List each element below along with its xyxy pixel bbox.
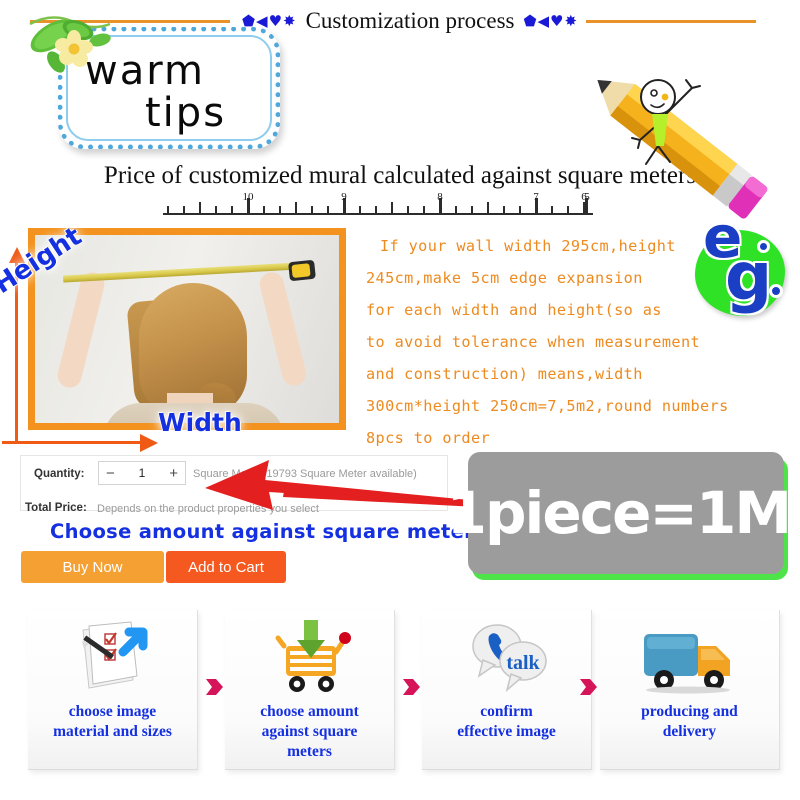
eg-dot-1 — [757, 240, 770, 253]
quantity-increment-button[interactable]: + — [169, 466, 178, 481]
step-card-1[interactable]: choose image material and sizes — [28, 610, 198, 770]
step-4-label: producing and delivery — [641, 702, 738, 742]
quantity-stepper[interactable]: − 1 + — [98, 461, 186, 485]
ruler-graphic: 10 9 8 7 6 — [163, 191, 593, 218]
step-2-line-1: choose amount — [260, 703, 359, 720]
step-arrow-2-icon — [403, 679, 420, 695]
buy-now-button[interactable]: Buy Now — [21, 551, 164, 583]
step-card-3[interactable]: talk confirm effective image — [422, 610, 592, 770]
ruler-end: 5 — [583, 191, 595, 218]
svg-text:talk: talk — [506, 652, 540, 674]
add-to-cart-button[interactable]: Add to Cart — [166, 551, 286, 583]
ruler-label-10: 10 — [242, 191, 254, 203]
ruler-label-8: 8 — [437, 191, 443, 203]
step-4-line-1: producing and — [641, 703, 738, 720]
shopping-cart-icon — [264, 616, 356, 700]
badge-text: 1piece=1M2 — [447, 484, 800, 542]
step-4-line-2: delivery — [662, 722, 717, 740]
wall-measuring-photo — [28, 228, 346, 430]
step-3-line-1: confirm — [480, 703, 533, 720]
width-label: Width — [158, 408, 242, 437]
eg-dot-2 — [769, 284, 783, 298]
page-title: Customization process — [305, 8, 515, 33]
eg-logo-icon: e g — [687, 208, 792, 320]
promo-page: ⬟◀♥✸ Customization process ⬟◀♥✸ warm tip… — [0, 0, 800, 800]
one-piece-equals-one-square-meter-badge: 1piece=1M2 — [447, 452, 800, 574]
quantity-input[interactable]: 1 — [139, 466, 146, 480]
quantity-decrement-button[interactable]: − — [106, 466, 115, 481]
step-1-line-1: choose image — [68, 703, 157, 720]
explanation-line-5: and construction) means,width — [366, 365, 643, 383]
pencil-stick-figure-icon — [597, 79, 768, 219]
ruler-label-9: 9 — [341, 191, 347, 203]
process-steps: choose image material and sizes choose a… — [0, 600, 800, 800]
warm-tips-line2: tips — [145, 90, 227, 136]
badge-superscript: 2 — [790, 493, 800, 519]
delivery-truck-icon — [638, 616, 742, 700]
total-price-label: Total Price: — [25, 502, 87, 514]
width-arrow-icon — [140, 434, 158, 452]
step-2-label: choose amount against square meters — [260, 702, 359, 761]
document-checklist-icon — [67, 616, 159, 700]
flower-leaf-icon — [29, 16, 111, 73]
step-2-line-3: meters — [287, 742, 332, 760]
step-card-4[interactable]: producing and delivery — [600, 610, 780, 770]
step-arrow-3-icon — [580, 679, 597, 695]
step-2-line-2: against square — [261, 722, 358, 740]
step-3-line-2: effective image — [457, 722, 556, 740]
step-1-line-2: material and sizes — [53, 722, 172, 740]
quantity-label: Quantity: — [34, 468, 85, 480]
talk-bubble-icon: talk — [461, 616, 553, 700]
explanation-line-6: 300cm*height 250cm=7,5m2,round numbers — [366, 397, 729, 415]
step-1-label: choose image material and sizes — [53, 702, 172, 742]
step-arrow-1-icon — [206, 679, 223, 695]
step-3-label: confirm effective image — [457, 702, 556, 742]
eg-letter-g: g — [725, 238, 773, 315]
width-axis-line — [2, 441, 147, 444]
explanation-line-7: 8pcs to order — [366, 429, 491, 447]
explanation-line-4: to avoid tolerance when measurement — [366, 333, 701, 351]
header-symbols-right: ⬟◀♥✸ — [523, 12, 579, 30]
header-rule-right — [586, 19, 757, 23]
step-card-2[interactable]: choose amount against square meters — [225, 610, 395, 770]
ruler-label-7: 7 — [533, 191, 539, 203]
